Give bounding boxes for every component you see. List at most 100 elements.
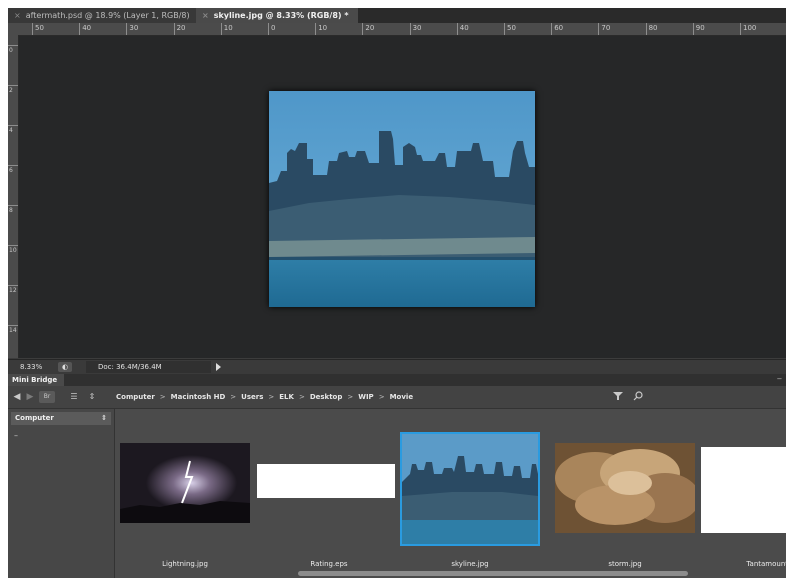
tab-label: skyline.jpg @ 8.33% (RGB/8) * — [213, 11, 349, 20]
ruler-tick-label: 80 — [648, 24, 658, 32]
ruler-tick: 90 — [692, 23, 705, 35]
ruler-tick-label: 20 — [176, 24, 186, 32]
breadcrumb-item[interactable]: Macintosh HD — [171, 393, 226, 401]
search-icon[interactable] — [632, 391, 644, 403]
tab-aftermath[interactable]: × aftermath.psd @ 18.9% (Layer 1, RGB/8) — [8, 8, 200, 23]
ruler-tick-label: 30 — [129, 24, 139, 32]
back-arrow-icon[interactable]: ◀ — [12, 391, 22, 403]
thumbnail-rating[interactable] — [257, 464, 395, 498]
thumbnail-label: storm.jpg — [608, 560, 642, 568]
ruler-tick: 6 — [8, 165, 18, 174]
zoom-level[interactable]: 8.33% — [20, 360, 42, 374]
document-canvas[interactable] — [19, 36, 786, 358]
ruler-tick-label: 4 — [9, 127, 13, 134]
ruler-tick: 30 — [409, 23, 422, 35]
ruler-tick: 10 — [220, 23, 233, 35]
ruler-tick-label: 10 — [9, 247, 17, 254]
ruler-tick: 50 — [504, 23, 516, 35]
ruler-tick: 0 — [8, 45, 18, 54]
ruler-tick: 2 — [8, 85, 18, 94]
ruler-tick: 20 — [173, 23, 186, 35]
ruler-tick: 70 — [598, 23, 610, 35]
thumbnail-skyline-selected[interactable] — [400, 432, 540, 546]
document-size: Doc: 36.4M/36.4M — [86, 361, 211, 373]
ruler-tick-label: 0 — [9, 47, 13, 54]
thumbnail-label: Lightning.jpg — [162, 560, 208, 568]
breadcrumb-item[interactable]: Computer — [116, 393, 155, 401]
panel-collapse-icon[interactable]: ‒ — [777, 374, 782, 384]
ruler-tick-label: 6 — [9, 167, 13, 174]
filter-icon[interactable] — [612, 391, 624, 403]
tab-label: aftermath.psd @ 18.9% (Layer 1, RGB/8) — [25, 11, 190, 20]
ruler-tick: 20 — [362, 23, 374, 35]
location-select-value: Computer — [15, 414, 54, 422]
ruler-tick: 80 — [645, 23, 658, 35]
ruler-tick-label: 40 — [459, 24, 469, 32]
breadcrumb-item[interactable]: ELK — [279, 393, 294, 401]
mini-bridge-sidebar: Computer ⇕ – — [8, 409, 115, 578]
ruler-tick: 10 — [8, 245, 18, 254]
ruler-tick-label: 100 — [743, 24, 757, 32]
ruler-tick-label: 50 — [507, 24, 516, 32]
ruler-tick-label: 8 — [9, 207, 13, 214]
ruler-tick-label: 14 — [9, 327, 17, 334]
ruler-tick-label: 90 — [695, 24, 705, 32]
thumbnail-storm[interactable] — [555, 443, 695, 533]
document-tab-bar: × aftermath.psd @ 18.9% (Layer 1, RGB/8) … — [8, 8, 786, 23]
ruler-origin[interactable] — [8, 23, 18, 35]
thumbnail-lightning[interactable] — [120, 443, 250, 523]
mini-bridge-tab[interactable]: Mini Bridge — [8, 374, 64, 386]
ruler-tick: 14 — [8, 325, 18, 334]
vertical-ruler[interactable]: 0 2 4 6 8 10 12 14 — [8, 35, 19, 358]
ruler-tick: 30 — [126, 23, 138, 35]
thumbnail-label: Rating.eps — [310, 560, 348, 568]
tab-skyline[interactable]: × skyline.jpg @ 8.33% (RGB/8) * — [196, 8, 358, 23]
location-select[interactable]: Computer ⇕ — [11, 412, 111, 425]
breadcrumb: Computer > Macintosh HD > Users > ELK > Desktop >… — [116, 393, 414, 401]
ruler-tick-label: 0 — [271, 24, 276, 32]
document-info-icon[interactable]: ◐ — [58, 362, 72, 372]
breadcrumb-item[interactable]: Movie — [390, 393, 414, 401]
status-menu-arrow-icon[interactable] — [216, 363, 221, 371]
chevron-updown-icon: ⇕ — [101, 414, 107, 422]
breadcrumb-item[interactable]: Users — [241, 393, 263, 401]
ruler-tick: 50 — [32, 23, 44, 35]
sidebar-item[interactable]: – — [14, 431, 18, 440]
ruler-tick-label: 12 — [9, 287, 17, 294]
thumbnail-label: Tantamount.ep — [746, 560, 786, 568]
ruler-tick: 40 — [456, 23, 469, 35]
forward-arrow-icon[interactable]: ▶ — [25, 391, 35, 403]
close-tab-icon[interactable]: × — [202, 11, 209, 20]
horizontal-scrollbar[interactable] — [298, 571, 688, 576]
ruler-tick-label: 30 — [412, 24, 422, 32]
ruler-tick: 12 — [8, 285, 18, 294]
ruler-tick-label: 20 — [365, 24, 375, 32]
ruler-tick-label: 40 — [82, 24, 92, 32]
mini-bridge-header: Mini Bridge ‒ — [8, 374, 786, 386]
ruler-tick: 10 — [315, 23, 327, 35]
horizontal-ruler[interactable]: 50 40 30 20 10 0 10 20 30 40 50 60 70 80 90 100 — [18, 23, 786, 36]
ruler-tick-label: 70 — [601, 24, 611, 32]
ruler-tick: 60 — [551, 23, 563, 35]
ruler-tick-label: 60 — [554, 24, 564, 32]
photoshop-window: × aftermath.psd @ 18.9% (Layer 1, RGB/8) … — [8, 8, 786, 578]
ruler-tick: 40 — [79, 23, 91, 35]
ruler-tick: 4 — [8, 125, 18, 134]
thumbnail-label: skyline.jpg — [451, 560, 489, 568]
sort-icon[interactable]: ⇕ — [86, 391, 98, 403]
ruler-tick: 8 — [8, 205, 18, 214]
ruler-tick-label: 2 — [9, 87, 13, 94]
go-to-bridge-icon[interactable]: Br — [39, 391, 55, 403]
close-tab-icon[interactable]: × — [14, 11, 21, 20]
skyline-image[interactable] — [269, 91, 535, 307]
view-options-icon[interactable]: ☰ — [66, 391, 82, 403]
thumbnail-grid: Lightning.jpg Rating.eps skyline.jpg sto… — [115, 409, 786, 578]
status-bar: 8.33% ◐ Doc: 36.4M/36.4M — [8, 359, 786, 374]
thumbnail-tantamount[interactable] — [701, 447, 786, 533]
mini-bridge-toolbar: ◀ ▶ Br ☰ ⇕ Computer > Macintosh HD > Users > E… — [8, 386, 786, 409]
ruler-tick-label: 10 — [318, 24, 328, 32]
breadcrumb-item[interactable]: Desktop — [310, 393, 343, 401]
ruler-tick-label: 50 — [35, 24, 44, 32]
breadcrumb-item[interactable]: WIP — [358, 393, 373, 401]
ruler-tick-label: 10 — [223, 24, 233, 32]
